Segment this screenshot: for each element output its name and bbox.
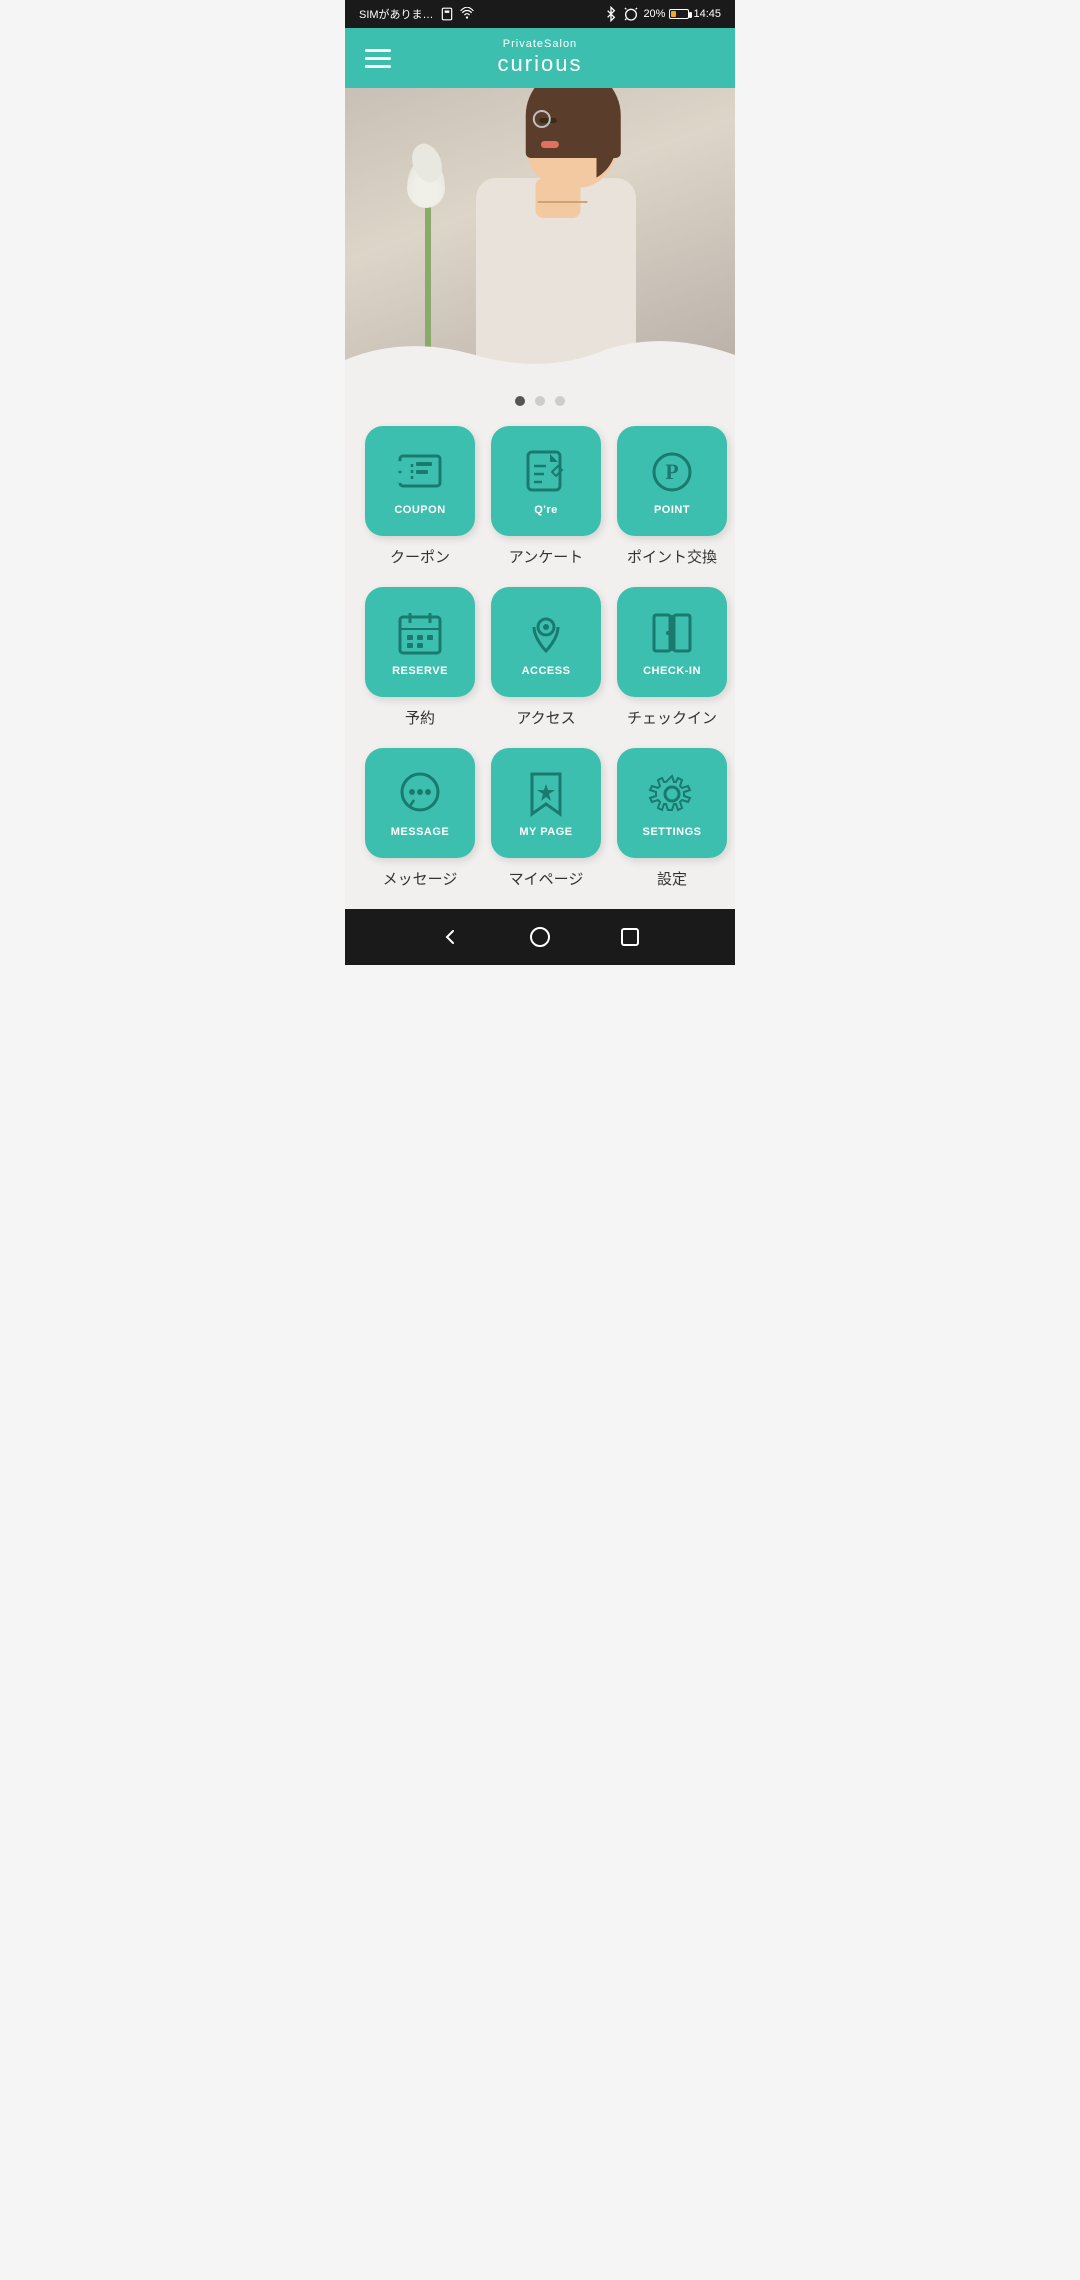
mypage-icon <box>520 768 572 820</box>
carousel-dots <box>345 378 735 416</box>
alarm-off-icon <box>623 6 639 22</box>
nav-recent-button[interactable] <box>612 919 648 955</box>
time-display: 14:45 <box>693 8 721 20</box>
coupon-text: クーポン <box>390 546 450 567</box>
hamburger-button[interactable] <box>365 49 391 68</box>
access-icon <box>520 607 572 659</box>
mypage-text: マイページ <box>509 868 584 889</box>
brand-small: PrivateSalon <box>498 38 583 51</box>
coupon-icon <box>394 446 446 498</box>
battery-icon <box>669 9 689 19</box>
checkin-icon-box[interactable]: CHECK-IN <box>617 587 727 697</box>
back-icon <box>438 925 462 949</box>
menu-grid: COUPON クーポン Q're アンケート P POINT ポ <box>345 416 735 909</box>
dot-1[interactable] <box>515 396 525 406</box>
dot-3[interactable] <box>555 396 565 406</box>
battery-pct: 20% <box>643 8 665 20</box>
access-text: アクセス <box>516 707 575 728</box>
status-right: 20% 14:45 <box>603 6 721 22</box>
menu-item-mypage[interactable]: MY PAGE マイページ <box>491 748 601 889</box>
message-icon-box[interactable]: MESSAGE <box>365 748 475 858</box>
reserve-text: 予約 <box>405 707 435 728</box>
settings-icon <box>646 768 698 820</box>
app-header: PrivateSalon curious <box>345 28 735 88</box>
menu-item-checkin[interactable]: CHECK-IN チェックイン <box>617 587 727 728</box>
access-label: ACCESS <box>522 665 571 677</box>
dot-2[interactable] <box>535 396 545 406</box>
point-icon: P <box>646 446 698 498</box>
reserve-icon-box[interactable]: RESERVE <box>365 587 475 697</box>
menu-item-access[interactable]: ACCESS アクセス <box>491 587 601 728</box>
menu-item-message[interactable]: MESSAGE メッセージ <box>365 748 475 889</box>
questionnaire-icon-box[interactable]: Q're <box>491 426 601 536</box>
home-icon <box>528 925 552 949</box>
menu-item-settings[interactable]: SETTINGS 設定 <box>617 748 727 889</box>
point-icon-box[interactable]: P POINT <box>617 426 727 536</box>
sim-icon <box>440 7 454 21</box>
settings-icon-box[interactable]: SETTINGS <box>617 748 727 858</box>
questionnaire-icon <box>520 446 572 498</box>
mypage-icon-box[interactable]: MY PAGE <box>491 748 601 858</box>
point-text: ポイント交換 <box>627 546 717 567</box>
svg-text:P: P <box>665 459 678 484</box>
questionnaire-text: アンケート <box>509 546 583 567</box>
recent-icon <box>618 925 642 949</box>
questionnaire-label: Q're <box>534 504 558 516</box>
carrier-text: SIMがありま… <box>359 6 434 22</box>
message-icon <box>394 768 446 820</box>
mypage-label: MY PAGE <box>519 826 572 838</box>
reserve-label: RESERVE <box>392 665 448 677</box>
brand-large: curious <box>498 51 583 77</box>
header-title: PrivateSalon curious <box>498 38 583 78</box>
menu-item-reserve[interactable]: RESERVE 予約 <box>365 587 475 728</box>
bottom-nav <box>345 909 735 965</box>
settings-label: SETTINGS <box>642 826 701 838</box>
access-icon-box[interactable]: ACCESS <box>491 587 601 697</box>
hero-wave <box>345 330 735 378</box>
nav-home-button[interactable] <box>522 919 558 955</box>
coupon-icon-box[interactable]: COUPON <box>365 426 475 536</box>
menu-item-coupon[interactable]: COUPON クーポン <box>365 426 475 567</box>
status-bar: SIMがありま… 20% 14:45 <box>345 0 735 28</box>
wifi-icon <box>460 7 474 21</box>
reserve-icon <box>394 607 446 659</box>
checkin-icon <box>646 607 698 659</box>
message-text: メッセージ <box>383 868 458 889</box>
checkin-text: チェックイン <box>627 707 717 728</box>
settings-text: 設定 <box>657 868 687 889</box>
nav-back-button[interactable] <box>432 919 468 955</box>
bluetooth-icon <box>603 6 619 22</box>
point-label: POINT <box>654 504 690 516</box>
message-label: MESSAGE <box>391 826 450 838</box>
checkin-label: CHECK-IN <box>643 665 701 677</box>
status-left: SIMがありま… <box>359 6 474 22</box>
hero-banner <box>345 88 735 378</box>
menu-item-point[interactable]: P POINT ポイント交換 <box>617 426 727 567</box>
menu-item-questionnaire[interactable]: Q're アンケート <box>491 426 601 567</box>
coupon-label: COUPON <box>394 504 445 516</box>
